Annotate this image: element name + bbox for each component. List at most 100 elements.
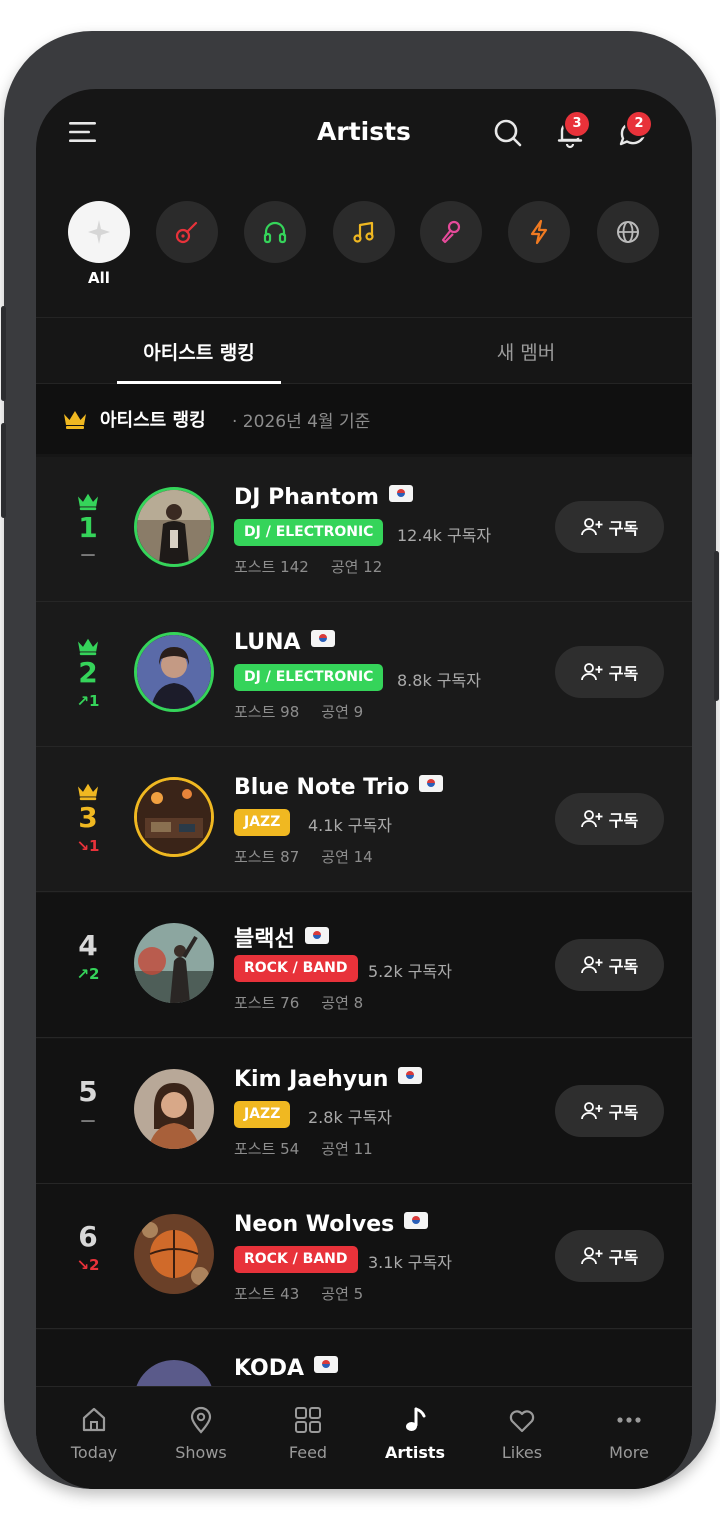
crown-icon (78, 493, 98, 511)
add-user-icon (580, 956, 603, 974)
post-count: 포스트 76 (234, 994, 300, 1012)
add-user-icon (580, 1102, 603, 1120)
subscribe-button[interactable]: 구독 (555, 1085, 664, 1137)
music-note-icon (353, 221, 374, 243)
crown-icon (78, 638, 98, 656)
genre-badge: DJ / ELECTRONIC (234, 664, 384, 691)
headphones-icon (263, 221, 287, 244)
nav-label: Artists (384, 1443, 446, 1462)
genre-badge: JAZZ (234, 809, 291, 836)
artist-row[interactable]: 6 ↘2 Neon Wolves ROCK / BAND 3.1k 구독자 포스… (36, 1184, 692, 1329)
korea-flag-icon (310, 630, 335, 647)
rank-trend: ↘2 (76, 1256, 100, 1274)
globe-icon (617, 221, 639, 243)
search-icon[interactable] (490, 115, 526, 151)
page-title: Artists (317, 117, 411, 146)
home-icon (82, 1407, 106, 1432)
rank-trend: ↗1 (76, 692, 100, 710)
guitar-icon (175, 221, 198, 244)
subscribe-label: 구독 (608, 664, 639, 683)
add-user-icon (580, 810, 603, 828)
subscribe-label: 구독 (608, 811, 639, 830)
side-button-right (714, 551, 719, 701)
subscriber-count: 2.8k 구독자 (308, 1108, 392, 1127)
subscribe-button[interactable]: 구독 (555, 1230, 664, 1282)
notifications-button[interactable]: 3 (552, 112, 589, 151)
tab-bar: 아티스트 랭킹 새 멤버 (36, 317, 692, 384)
nav-label: Likes (501, 1443, 543, 1462)
category-world[interactable] (597, 201, 659, 263)
artist-name: Kim Jaehyun (234, 1067, 389, 1092)
subscriber-count: 8.8k 구독자 (397, 671, 481, 690)
artist-row[interactable]: 3 ↘1 Blue Note Trio JAZZ 4.1k 구독자 포스트 87… (36, 747, 692, 892)
korea-flag-icon (304, 927, 329, 944)
avatar (134, 777, 214, 857)
nav-feed[interactable]: Feed (258, 1405, 358, 1462)
show-count: 공연 8 (321, 994, 364, 1012)
nav-shows[interactable]: Shows (151, 1405, 251, 1462)
subscribe-button[interactable]: 구독 (555, 646, 664, 698)
category-dj[interactable] (244, 201, 306, 263)
show-count: 공연 11 (321, 1140, 373, 1158)
subscribe-button[interactable]: 구독 (555, 939, 664, 991)
category-jazz[interactable] (333, 201, 395, 263)
avatar (134, 923, 214, 1003)
subscriber-count: 5.2k 구독자 (368, 962, 452, 981)
post-count: 포스트 87 (234, 848, 300, 866)
tab-new-members[interactable]: 새 멤버 (446, 338, 606, 365)
app-screen: Artists 3 2 All 아티스트 랭킹 새 멤버 아티스트 랭킹 · 2… (36, 89, 692, 1489)
korea-flag-icon (314, 1356, 339, 1373)
category-filter: All (36, 199, 692, 299)
artist-name: Blue Note Trio (234, 775, 410, 800)
subscribe-label: 구독 (608, 957, 639, 976)
sparkle-icon (88, 220, 110, 244)
rank-trend: — (80, 545, 96, 563)
rank-number: 3 (78, 801, 98, 834)
category-electronic[interactable] (508, 201, 570, 263)
avatar (134, 487, 214, 567)
category-rock[interactable] (156, 201, 218, 263)
nav-today[interactable]: Today (44, 1405, 144, 1462)
tab-artist-ranking[interactable]: 아티스트 랭킹 (117, 338, 281, 365)
side-button-left-2 (1, 423, 6, 518)
subscriber-count: 4.1k 구독자 (308, 816, 392, 835)
category-all[interactable] (68, 201, 130, 263)
rank-number: 1 (78, 511, 98, 544)
rank-number: 6 (78, 1220, 98, 1253)
rank-trend: — (80, 1111, 96, 1129)
messages-badge: 2 (627, 112, 651, 136)
category-vocal[interactable] (420, 201, 482, 263)
subscribe-label: 구독 (608, 1248, 639, 1267)
grid-icon (295, 1407, 321, 1433)
nav-artists[interactable]: Artists (365, 1405, 465, 1462)
artist-name: LUNA (234, 630, 301, 655)
artist-row[interactable]: 2 ↗1 LUNA DJ / ELECTRONIC 8.8k 구독자 포스트 9… (36, 602, 692, 747)
korea-flag-icon (388, 485, 413, 502)
subscribe-button[interactable]: 구독 (555, 793, 664, 845)
artist-row[interactable]: 1 — DJ Phantom DJ / ELECTRONIC 12.4k 구독자… (36, 457, 692, 602)
post-count: 포스트 43 (234, 1285, 300, 1303)
crown-icon (64, 411, 86, 429)
notifications-badge: 3 (565, 112, 589, 136)
genre-badge: ROCK / BAND (234, 955, 358, 982)
microphone-icon (441, 220, 461, 244)
avatar (134, 1214, 214, 1294)
rank-number: 2 (78, 656, 98, 689)
post-count: 포스트 142 (234, 558, 309, 576)
korea-flag-icon (404, 1212, 429, 1229)
subscribe-label: 구독 (608, 519, 639, 538)
artist-row[interactable]: 4 ↗2 블랙선 ROCK / BAND 5.2k 구독자 포스트 76 공연 8 (36, 893, 692, 1038)
side-button-left (1, 306, 6, 401)
genre-badge: DJ / ELECTRONIC (234, 519, 384, 546)
nav-likes[interactable]: Likes (472, 1405, 572, 1462)
subscribe-button[interactable]: 구독 (555, 501, 664, 553)
subscribe-label: 구독 (608, 1103, 639, 1122)
messages-button[interactable]: 2 (614, 112, 651, 151)
post-count: 포스트 98 (234, 703, 300, 721)
nav-more[interactable]: More (579, 1405, 679, 1462)
artist-row[interactable]: 5 — Kim Jaehyun JAZZ 2.8k 구독자 포스트 54 공연 1… (36, 1039, 692, 1184)
crown-icon (78, 783, 98, 801)
rank-number: 5 (78, 1075, 98, 1108)
heart-icon (509, 1410, 535, 1433)
artist-name: KODA (234, 1356, 305, 1381)
